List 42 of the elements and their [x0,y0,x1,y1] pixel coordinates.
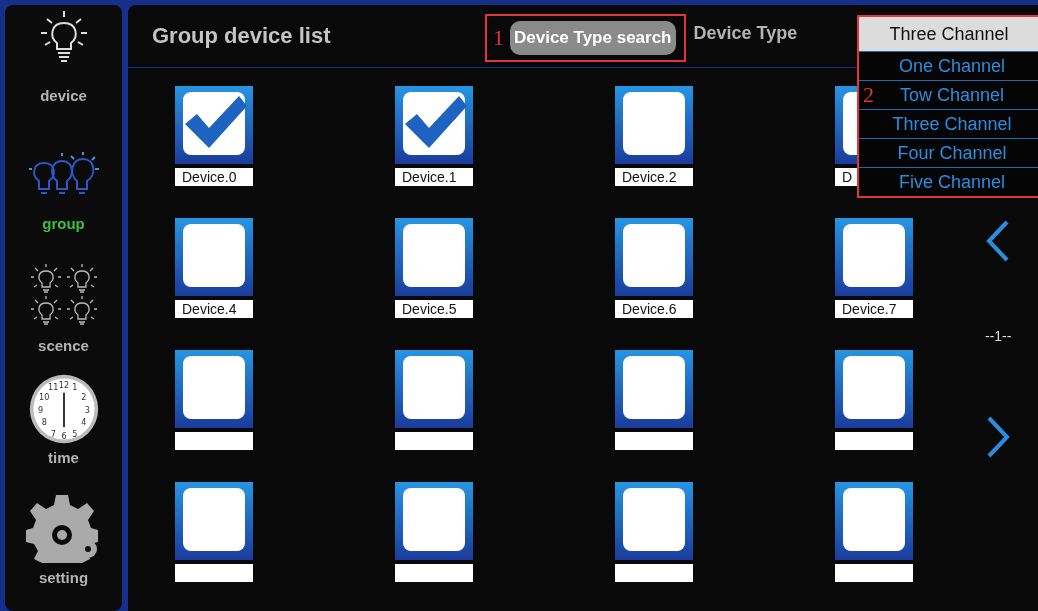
previous-page-icon[interactable] [986,220,1011,262]
lightbulb-icon[interactable] [38,9,89,63]
device-name-label: Device.0 [175,168,253,186]
device-checkbox[interactable] [395,218,473,296]
device-checkbox[interactable] [615,482,693,560]
device-type-dropdown[interactable]: Three Channel One Channel 2 Tow Channel Three Channel Four Channel Five Channel [857,15,1038,198]
sidebar-label[interactable]: time [48,449,79,466]
sidebar-label[interactable]: scence [38,337,89,354]
dropdown-option[interactable]: Tow Channel [879,81,1038,109]
sidebar-label[interactable]: device [40,87,87,104]
device-checkbox[interactable] [615,218,693,296]
device-checkbox[interactable] [615,350,693,428]
device-checkbox[interactable] [835,482,913,560]
device-checkbox[interactable] [395,86,473,164]
device-name-label: Device.1 [395,168,473,186]
device-checkbox[interactable] [835,350,913,428]
dropdown-option[interactable]: Three Channel [879,110,1038,138]
annotation-number: 2 [862,81,875,109]
dropdown-option[interactable]: One Channel [879,52,1038,80]
dropdown-option[interactable]: Four Channel [879,139,1038,167]
annotation-number: 1 [493,25,504,51]
device-name-label: Device.6 [615,300,693,318]
device-checkbox[interactable] [395,350,473,428]
device-name-label: Device.5 [395,300,473,318]
device-name-label: Device.4 [175,300,253,318]
next-page-icon[interactable] [986,416,1011,458]
page-title: Group device list [152,23,332,49]
sidebar-label[interactable]: setting [38,569,89,586]
device-type-label: Device Type [693,22,798,44]
device-name-label: Device.2 [615,168,693,186]
page-indicator: --1-- [985,328,1012,344]
device-checkbox[interactable] [175,218,253,296]
device-checkbox[interactable] [395,482,473,560]
device-name-label: Device.7 [835,300,913,318]
device-checkbox[interactable] [175,482,253,560]
clock-icon[interactable]: 1112 1 10 2 9 3 8 4 7 6 5 [27,373,100,445]
device-checkbox[interactable] [175,86,253,164]
device-checkbox[interactable] [835,218,913,296]
sidebar-label[interactable]: group [42,215,85,232]
dropdown-value[interactable]: Three Channel [859,17,1038,51]
device-checkbox[interactable] [615,86,693,164]
device-checkbox[interactable] [175,350,253,428]
